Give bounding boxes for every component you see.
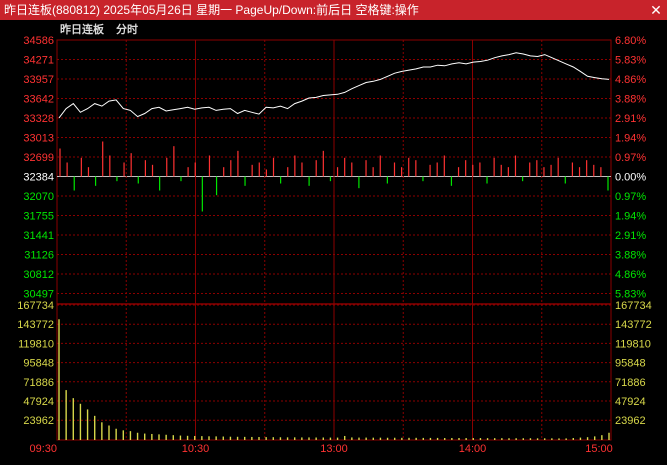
price-label: 32699 (23, 152, 54, 164)
price-label: 33013 (23, 133, 54, 145)
price-label: 34586 (23, 35, 54, 47)
price-label: 33957 (23, 74, 54, 86)
time-label: 13:00 (320, 443, 348, 455)
time-label: 09:30 (29, 443, 57, 455)
volume-label: 167734 (615, 300, 652, 312)
volume-label: 95848 (23, 358, 54, 370)
percent-label: 3.88% (615, 94, 646, 106)
percent-label: 5.83% (615, 289, 646, 301)
intraday-chart: 昨日连板 分时 34586 34271 33957 33642 33328 33013 32… (0, 20, 667, 465)
price-label: 30497 (23, 289, 54, 301)
close-icon[interactable]: ✕ (645, 0, 667, 20)
percent-label: 4.86% (615, 269, 646, 281)
price-label: 32384 (23, 172, 54, 184)
time-label: 14:00 (459, 443, 487, 455)
percent-label: 2.91% (615, 113, 646, 125)
volume-label: 47924 (615, 396, 646, 408)
tab-sector[interactable]: 昨日连板 (60, 22, 105, 36)
percent-label: 2.91% (615, 230, 646, 242)
window-title: 昨日连板(880812) 2025年05月26日 星期一 PageUp/Down… (4, 3, 419, 17)
percent-label: 5.83% (615, 55, 646, 67)
volume-label: 47924 (23, 396, 54, 408)
volume-label: 71886 (615, 377, 646, 389)
volume-label: 119810 (615, 338, 651, 350)
time-label: 10:30 (182, 443, 210, 455)
percent-label: 6.80% (615, 35, 646, 47)
time-label: 15:00 (585, 443, 613, 455)
volume-label: 119810 (18, 338, 54, 350)
percent-label: 0.00% (615, 172, 646, 184)
volume-label: 23962 (23, 415, 54, 427)
price-label: 33328 (23, 113, 54, 125)
percent-label: 0.97% (615, 152, 646, 164)
volume-label: 143772 (17, 319, 54, 331)
price-label: 32070 (23, 191, 54, 203)
price-label: 33642 (23, 94, 54, 106)
percent-label: 1.94% (615, 133, 646, 145)
percent-label: 3.88% (615, 250, 646, 262)
volume-label: 143772 (615, 319, 652, 331)
volume-label: 71886 (23, 377, 54, 389)
volume-label: 167734 (17, 300, 54, 312)
chart-tabs: 昨日连板 分时 (60, 22, 138, 36)
price-label: 31441 (23, 230, 54, 242)
price-label: 34271 (23, 55, 54, 67)
percent-label: 4.86% (615, 74, 646, 86)
volume-label: 23962 (615, 415, 646, 427)
percent-label: 0.97% (615, 191, 646, 203)
percent-label: 1.94% (615, 211, 646, 223)
price-label: 31126 (24, 250, 54, 262)
tab-intraday[interactable]: 分时 (116, 22, 138, 36)
window-titlebar: 昨日连板(880812) 2025年05月26日 星期一 PageUp/Down… (0, 0, 667, 20)
volume-label: 95848 (615, 358, 646, 370)
price-label: 31755 (23, 211, 54, 223)
price-label: 30812 (23, 269, 54, 281)
